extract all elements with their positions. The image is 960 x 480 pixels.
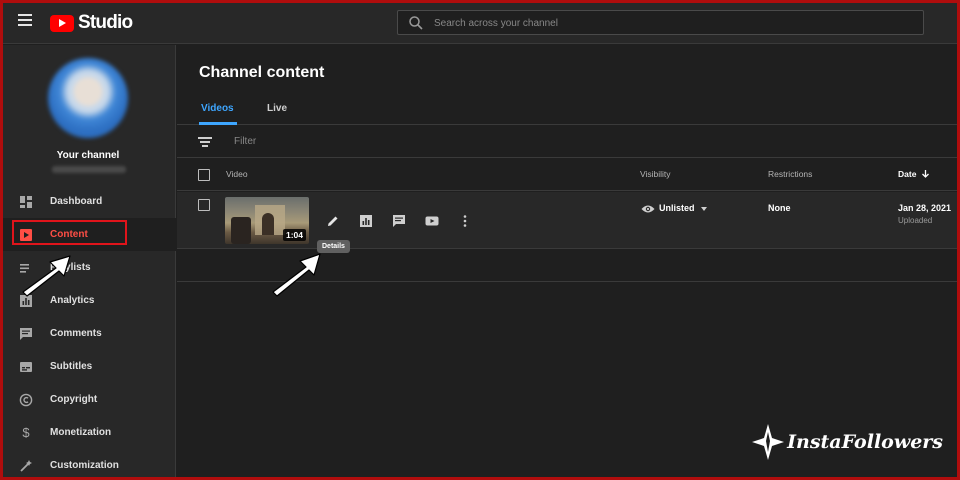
filter-bar: Filter <box>177 126 960 158</box>
analytics-icon[interactable] <box>358 213 374 229</box>
copyright-icon <box>19 393 33 406</box>
watermark: InstaFollowers <box>751 422 943 462</box>
video-thumbnail[interactable]: 1:04 <box>225 197 309 244</box>
row-checkbox[interactable] <box>198 199 210 211</box>
watermark-text: InstaFollowers <box>787 431 943 453</box>
content-icon <box>20 228 32 241</box>
sidebar-item-content[interactable]: Content <box>0 218 176 251</box>
comments-icon[interactable] <box>391 213 407 229</box>
sidebar-item-label: Subtitles <box>50 361 93 372</box>
sidebar-item-monetization[interactable]: $ Monetization <box>0 416 176 449</box>
sidebar-nav: Dashboard Content Playlists Analytics Co… <box>0 185 176 480</box>
annotation-arrow-icon <box>272 253 321 297</box>
sidebar-item-label: Copyright <box>50 394 98 405</box>
details-pencil-icon[interactable] <box>325 213 341 229</box>
filter-input[interactable]: Filter <box>234 136 256 147</box>
sidebar-item-comments[interactable]: Comments <box>0 317 176 350</box>
subtitles-icon <box>20 361 32 372</box>
menu-icon[interactable] <box>18 14 32 28</box>
sidebar-item-label: Customization <box>50 460 119 471</box>
filter-icon[interactable] <box>198 137 212 148</box>
sidebar-item-label: Content <box>50 229 88 240</box>
youtube-play-icon[interactable] <box>424 213 440 229</box>
upload-status: Uploaded <box>898 216 933 225</box>
comments-icon <box>20 327 32 340</box>
visibility-dropdown-caret-icon[interactable] <box>701 207 707 211</box>
search-input[interactable] <box>434 14 904 32</box>
search-icon[interactable] <box>408 15 424 31</box>
logo-text: Studio <box>78 12 133 33</box>
column-header-date[interactable]: Date <box>898 169 930 179</box>
monetization-icon: $ <box>22 425 30 440</box>
column-header-restrictions[interactable]: Restrictions <box>768 169 812 179</box>
active-tab-indicator <box>199 122 237 125</box>
sidebar-item-label: Monetization <box>50 427 112 438</box>
sidebar-item-subtitles[interactable]: Subtitles <box>0 350 176 383</box>
column-header-video: Video <box>226 169 248 179</box>
tab-bar: Videos Live <box>177 93 960 125</box>
sort-down-icon <box>921 170 929 178</box>
sidebar-item-copyright[interactable]: Copyright <box>0 383 176 416</box>
channel-name-blurred <box>52 166 126 173</box>
top-bar: Studio <box>0 0 960 44</box>
sidebar-item-customization[interactable]: Customization <box>0 449 176 480</box>
annotation-arrow-icon <box>22 255 71 297</box>
restrictions-value: None <box>768 203 791 213</box>
tab-videos[interactable]: Videos <box>201 103 234 114</box>
eye-icon <box>641 205 655 213</box>
upload-date: Jan 28, 2021 <box>898 203 952 213</box>
search-box[interactable] <box>397 10 924 35</box>
visibility-status[interactable]: Unlisted <box>659 203 695 213</box>
studio-logo[interactable]: Studio <box>50 12 133 34</box>
dashboard-icon <box>20 195 32 208</box>
youtube-logo-icon <box>50 14 74 32</box>
channel-avatar[interactable] <box>48 58 128 138</box>
instafollowers-logo-icon <box>752 424 785 460</box>
more-options-icon[interactable] <box>457 213 473 229</box>
column-header-visibility[interactable]: Visibility <box>640 169 671 179</box>
select-all-checkbox[interactable] <box>198 169 210 181</box>
channel-label: Your channel <box>56 150 120 161</box>
sidebar-item-label: Comments <box>50 328 102 339</box>
sidebar-item-dashboard[interactable]: Dashboard <box>0 185 176 218</box>
tab-live[interactable]: Live <box>267 103 287 114</box>
video-duration: 1:04 <box>282 229 306 241</box>
sidebar-item-label: Dashboard <box>50 196 103 207</box>
table-header: Video Visibility Restrictions Date <box>177 159 960 191</box>
customization-icon <box>20 459 32 472</box>
date-header-label: Date <box>898 169 917 179</box>
table-row[interactable]: 1:04 Unlisted None Jan 28, 2021 Uploaded <box>177 192 960 249</box>
page-title: Channel content <box>199 64 325 81</box>
